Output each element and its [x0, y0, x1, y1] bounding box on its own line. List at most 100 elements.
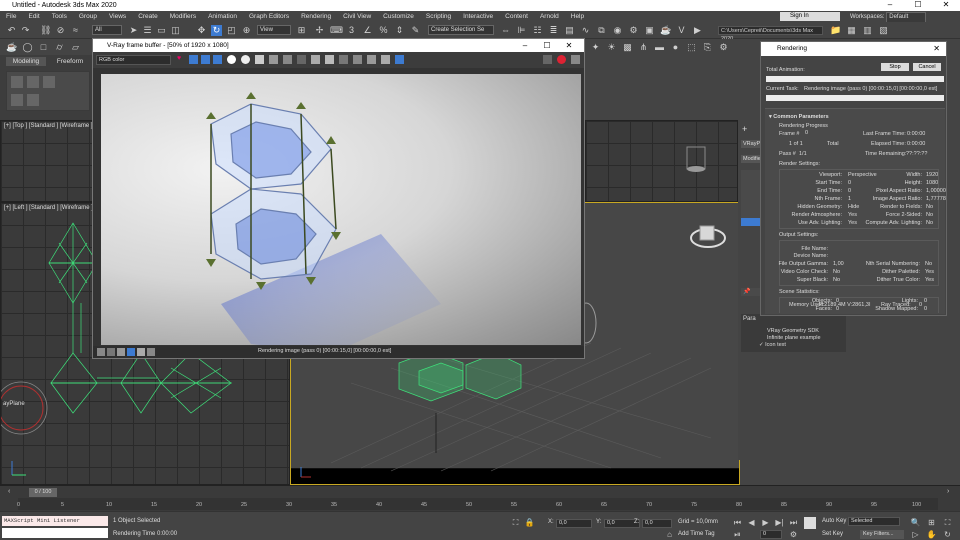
- sphere-icon[interactable]: ◯: [22, 42, 33, 53]
- clear-image-icon[interactable]: [283, 55, 292, 64]
- render-production-icon[interactable]: ☕: [660, 25, 671, 36]
- folder-icon[interactable]: ▦: [846, 25, 857, 36]
- load-image-icon[interactable]: [269, 55, 278, 64]
- toggle-ribbon-icon[interactable]: ▤: [564, 25, 575, 36]
- spinner-snap-icon[interactable]: ⇕: [394, 25, 405, 36]
- named-selection-set[interactable]: Create Selection Se: [428, 25, 494, 35]
- rect-selection-icon[interactable]: ▭: [156, 25, 167, 36]
- stop-render-icon[interactable]: [557, 55, 566, 64]
- viewcube-icon[interactable]: [688, 218, 728, 250]
- viewport-top-label[interactable]: [+] [Top ] [Standard ] [Wireframe ]: [4, 123, 93, 129]
- keyboard-shortcut-icon[interactable]: ⌨: [330, 25, 343, 36]
- vray-interactive-icon[interactable]: ▶: [692, 25, 703, 36]
- modify-mode-icon[interactable]: [27, 76, 39, 88]
- red-channel-icon[interactable]: [189, 55, 198, 64]
- pivot-center-icon[interactable]: ⊞: [296, 25, 307, 36]
- select-manipulate-icon[interactable]: ✢: [314, 25, 325, 36]
- go-to-start-icon[interactable]: ⏮: [732, 517, 743, 528]
- window-crossing-icon[interactable]: ◫: [170, 25, 181, 36]
- go-to-end-icon[interactable]: ⏭: [788, 517, 799, 528]
- menu-rendering[interactable]: Rendering: [295, 13, 337, 20]
- edit-named-selection-icon[interactable]: ✎: [410, 25, 421, 36]
- bind-spacewarp-icon[interactable]: ≈: [70, 25, 81, 36]
- selection-filter[interactable]: All: [92, 25, 122, 35]
- align-icon[interactable]: ⊫: [516, 25, 527, 36]
- teapot-render-icon[interactable]: [543, 55, 552, 64]
- select-by-name-icon[interactable]: ☰: [142, 25, 153, 36]
- vfb-status-icon-4[interactable]: [127, 348, 135, 356]
- menu-animation[interactable]: Animation: [202, 13, 243, 20]
- move-icon[interactable]: ✥: [196, 25, 207, 36]
- subdivision-icon[interactable]: [27, 94, 39, 106]
- parameters-label[interactable]: Para: [743, 316, 756, 322]
- mirror-icon[interactable]: ⇔: [500, 25, 511, 36]
- angle-snap-icon[interactable]: ∠: [362, 25, 373, 36]
- grid-icon[interactable]: ▥: [862, 25, 873, 36]
- vfb-channel-select[interactable]: RGB color: [96, 55, 171, 65]
- vfb-maximize-icon[interactable]: ☐: [536, 39, 558, 52]
- play-icon[interactable]: ▶: [760, 517, 771, 528]
- menu-arnold[interactable]: Arnold: [534, 13, 565, 20]
- minimize-icon[interactable]: –: [876, 0, 904, 9]
- alpha-channel-icon[interactable]: [227, 55, 236, 64]
- green-channel-icon[interactable]: [201, 55, 210, 64]
- render-icon[interactable]: [571, 55, 580, 64]
- key-mode-icon[interactable]: ⏯: [732, 529, 743, 540]
- vray-mesh-export-icon[interactable]: ⬚: [686, 42, 697, 53]
- menu-graph-editors[interactable]: Graph Editors: [243, 13, 295, 20]
- field-of-view-icon[interactable]: ▷: [910, 529, 921, 540]
- vfb-status-icon-2[interactable]: [107, 348, 115, 356]
- render-setup-icon[interactable]: ⚙: [628, 25, 639, 36]
- rendering-progress-dialog[interactable]: Rendering ✕ Total Animation: Stop Cancel…: [760, 41, 947, 316]
- geometry-icon[interactable]: [11, 94, 23, 106]
- track-mouse-icon[interactable]: [311, 55, 320, 64]
- rendered-frame-window-icon[interactable]: ▣: [644, 25, 655, 36]
- vray-light-icon[interactable]: ✦: [590, 42, 601, 53]
- vfb-status-icon-6[interactable]: [147, 348, 155, 356]
- lens-effects-icon[interactable]: [395, 55, 404, 64]
- toggle-scene-explorer-icon[interactable]: ☷: [532, 25, 543, 36]
- modifier-stack[interactable]: [741, 170, 761, 220]
- tab-modeling[interactable]: Modeling: [6, 57, 46, 66]
- time-slider[interactable]: 0 / 100: [29, 488, 57, 497]
- menu-content[interactable]: Content: [499, 13, 534, 20]
- link-icon[interactable]: ⛓: [40, 25, 51, 36]
- zoom-icon[interactable]: 🔍: [910, 517, 921, 528]
- vray-plane-icon[interactable]: ▬: [654, 42, 665, 53]
- rotate-icon[interactable]: ↻: [211, 25, 222, 36]
- percent-snap-icon[interactable]: %: [378, 25, 389, 36]
- region-render-icon[interactable]: [325, 55, 334, 64]
- menu-scripting[interactable]: Scripting: [420, 13, 457, 20]
- cancel-button[interactable]: Cancel: [913, 63, 941, 71]
- key-filters-button[interactable]: Key Filters...: [860, 530, 904, 539]
- box-icon[interactable]: □: [38, 42, 49, 53]
- schematic-view-icon[interactable]: ⧉: [596, 25, 607, 36]
- workspaces-selector[interactable]: Workspaces: Default: [850, 12, 930, 23]
- redo-icon[interactable]: ↷: [20, 25, 31, 36]
- x-coordinate[interactable]: 0,0: [556, 519, 592, 528]
- add-time-tag[interactable]: Add Time Tag: [678, 531, 715, 537]
- undo-icon[interactable]: ↶: [6, 25, 17, 36]
- modifier-stack-selected[interactable]: [741, 218, 761, 226]
- vray-camera-icon[interactable]: ⎘: [702, 42, 713, 53]
- pan-icon[interactable]: ✋: [926, 529, 937, 540]
- vfb-status-icon-1[interactable]: [97, 348, 105, 356]
- rendering-title-bar[interactable]: Rendering ✕: [761, 42, 946, 56]
- link-to-vfb-icon[interactable]: [367, 55, 376, 64]
- pin-icon[interactable]: 📌: [741, 289, 750, 295]
- zoom-all-icon[interactable]: ⊞: [926, 517, 937, 528]
- scale-icon[interactable]: ◰: [226, 25, 237, 36]
- toggle-layer-explorer-icon[interactable]: ≣: [548, 25, 559, 36]
- zoom-extents-icon[interactable]: ⛶: [942, 517, 953, 528]
- snaps-toggle-icon[interactable]: 3: [346, 25, 357, 36]
- color-channels-icon[interactable]: ♥: [177, 55, 185, 64]
- menu-views[interactable]: Views: [103, 13, 132, 20]
- sign-in-button[interactable]: Sign In: [780, 12, 840, 21]
- next-frame-icon[interactable]: ▶|: [774, 517, 785, 528]
- current-frame-field[interactable]: 0: [760, 530, 782, 539]
- reference-coordinate-system[interactable]: View: [257, 25, 291, 35]
- vray-sphere-icon[interactable]: ●: [670, 42, 681, 53]
- select-object-icon[interactable]: ➤: [128, 25, 139, 36]
- polygon-modeling-icon[interactable]: [11, 76, 23, 88]
- menu-create[interactable]: Create: [132, 13, 164, 20]
